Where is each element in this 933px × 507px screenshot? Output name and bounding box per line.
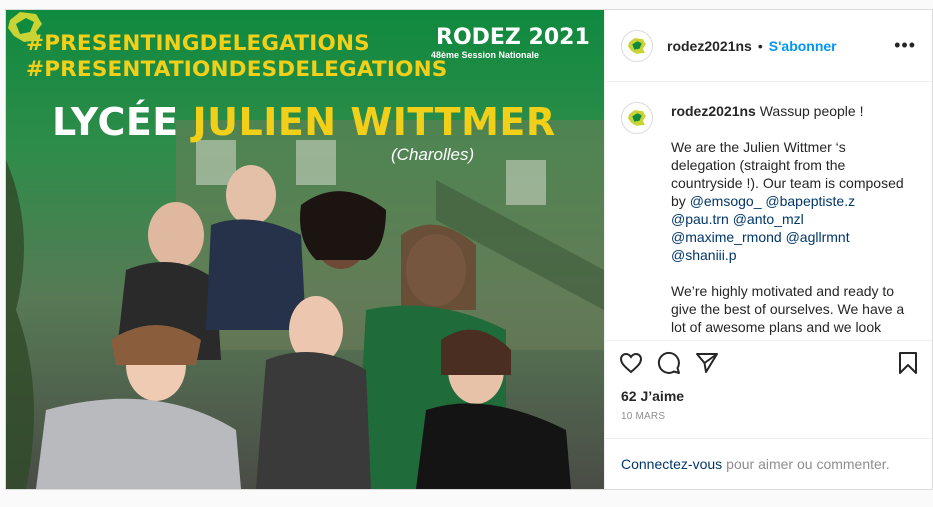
account-avatar[interactable] — [621, 29, 653, 62]
post-header: rodez2021ns • S'abonner ••• — [605, 10, 932, 82]
mention-link[interactable]: @anto_mzl — [733, 211, 804, 227]
action-bar — [605, 340, 932, 384]
event-title: RODEZ 2021 — [436, 25, 590, 50]
caption-section: rodez2021ns Wassup people ! We are the J… — [605, 82, 932, 340]
caption-username[interactable]: rodez2021ns — [671, 103, 756, 119]
mention-link[interactable]: @maxime_rmond — [671, 229, 782, 245]
mention-link[interactable]: @agllrmnt — [786, 229, 850, 245]
school-name: JULIEN WITTMER — [192, 100, 556, 144]
more-options-icon[interactable]: ••• — [894, 35, 916, 56]
caption-paragraph-3: We’re highly motivated and ready to give… — [671, 283, 905, 340]
post-date[interactable]: 10 MARS — [605, 408, 932, 438]
caption-greeting: Wassup people ! — [759, 103, 864, 119]
mention-link[interactable]: @emsogo_ — [690, 193, 762, 209]
mention-link[interactable]: @shaniii.p — [671, 247, 737, 263]
caption-text: rodez2021ns Wassup people ! We are the J… — [671, 102, 911, 340]
rodez-logo-icon — [8, 12, 42, 42]
header-separator: • — [757, 37, 763, 54]
post-side-panel: rodez2021ns • S'abonner ••• rodez2021ns … — [604, 10, 932, 489]
school-name-banner: LYCÉE JULIEN WITTMER — [52, 100, 556, 144]
rodez-logo-icon — [628, 110, 646, 126]
hashtag-presentation-des-delegations: #PRESENTATIONDESDELEGATIONS — [26, 57, 448, 82]
mention-link[interactable]: @bapeptiste.z — [765, 193, 855, 209]
school-city: (Charolles) — [391, 145, 475, 164]
rodez-logo-icon — [628, 37, 646, 54]
share-send-icon[interactable] — [695, 352, 719, 374]
hashtag-presenting-delegations: #PRESENTINGDELEGATIONS — [26, 31, 370, 56]
comment-icon[interactable] — [657, 351, 681, 375]
like-heart-icon[interactable] — [619, 352, 643, 374]
login-prompt: Connectez-vous pour aimer ou commenter. — [605, 438, 932, 489]
caption-avatar[interactable] — [621, 102, 653, 134]
mention-link[interactable]: @pau.trn — [671, 211, 729, 227]
save-bookmark-icon[interactable] — [898, 351, 918, 375]
like-count[interactable]: 62 J’aime — [605, 384, 932, 408]
account-username[interactable]: rodez2021ns — [667, 38, 752, 54]
event-subtitle: 48ème Session Nationale — [431, 50, 540, 60]
school-prefix: LYCÉE — [52, 100, 179, 144]
follow-button[interactable]: S'abonner — [769, 38, 837, 54]
post-photo[interactable]: #PRESENTINGDELEGATIONS #PRESENTATIONDESD… — [6, 10, 604, 489]
login-link[interactable]: Connectez-vous — [621, 456, 722, 472]
instagram-post: #PRESENTINGDELEGATIONS #PRESENTATIONDESD… — [5, 9, 933, 490]
login-prompt-text: pour aimer ou commenter. — [726, 456, 890, 472]
